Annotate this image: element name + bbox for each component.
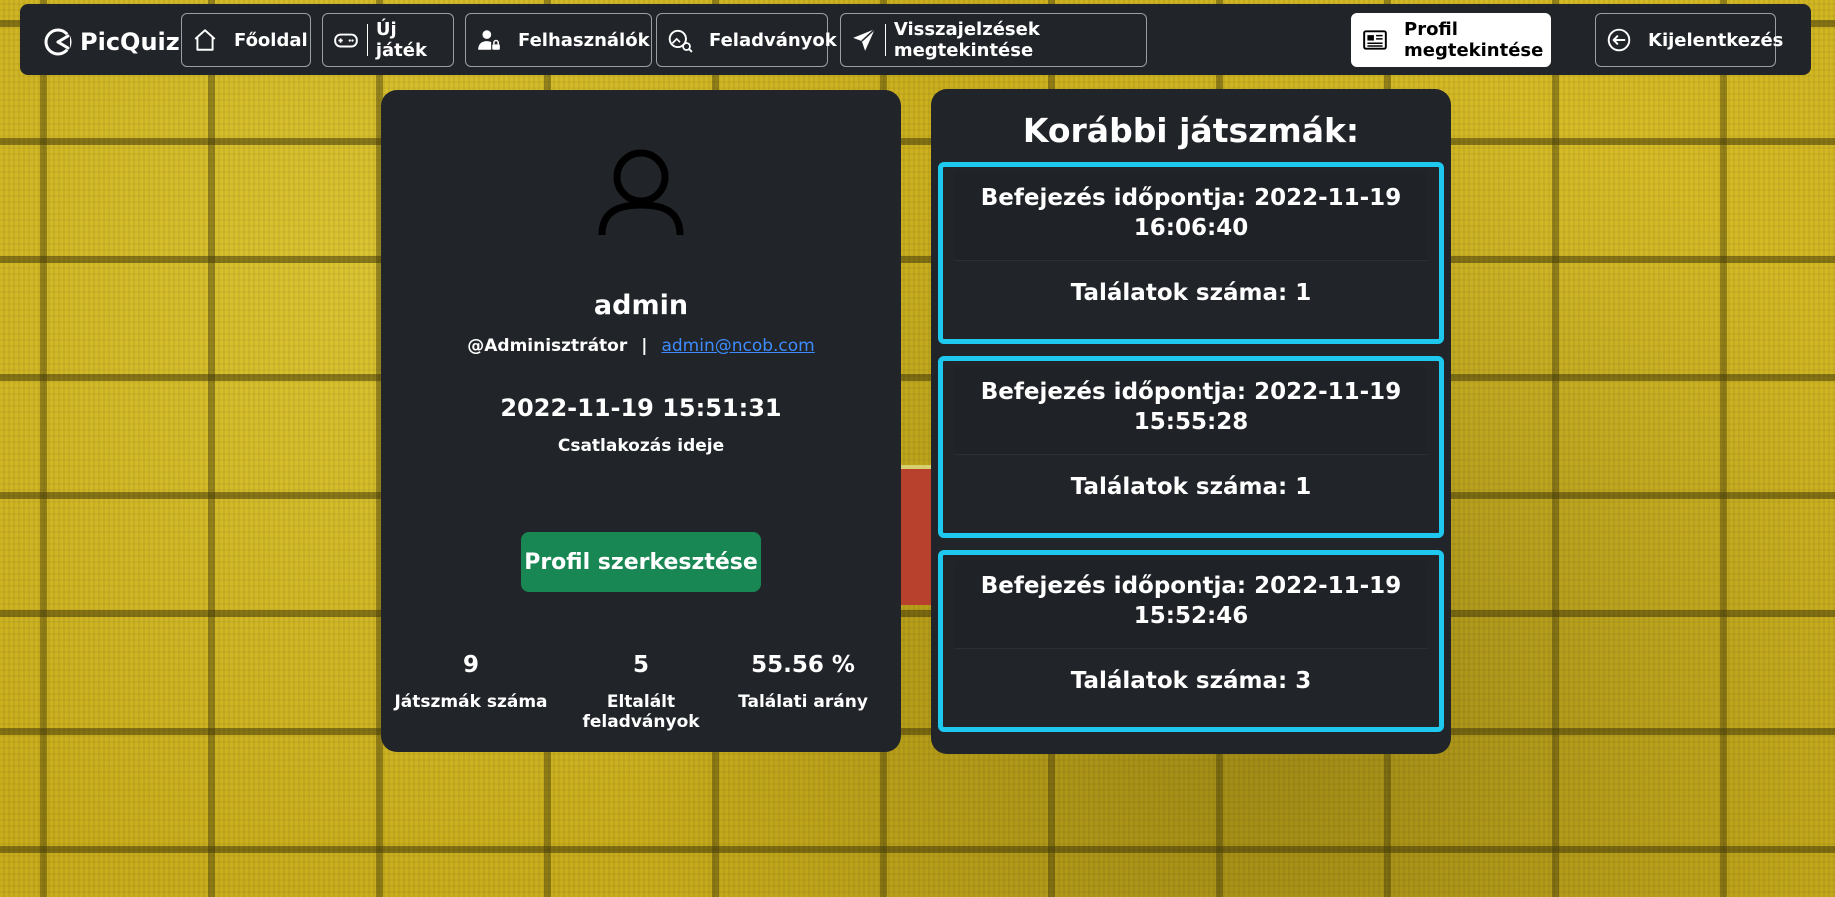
game-item: Befejezés időpontja: 2022-11-19 16:06:40… — [938, 162, 1444, 344]
game-finished-line1: Befejezés időpontja: 2022-11-19 — [980, 379, 1402, 405]
nav-profile-label: Profil megtekintése — [1404, 19, 1544, 61]
background-texture — [0, 0, 1835, 897]
game-hits: Találatok száma: 1 — [1070, 280, 1312, 306]
user-avatar-icon — [598, 149, 684, 236]
game-finished-time: Befejezés időpontja: 2022-11-19 15:52:46 — [955, 561, 1427, 649]
stat-hit-rate: 55.56 % Találati arány — [713, 652, 893, 712]
profile-email-link[interactable]: admin@ncob.com — [661, 336, 814, 356]
game-finished-line1: Befejezés időpontja: 2022-11-19 — [980, 185, 1402, 211]
stat-value: 9 — [462, 652, 479, 678]
picquiz-logo-icon — [44, 28, 72, 56]
edit-profile-button[interactable]: Profil szerkesztése — [521, 532, 761, 592]
nav-feedback-button[interactable]: Visszajelzések megtekintése — [840, 13, 1147, 67]
game-finished-line2: 15:52:46 — [1133, 603, 1249, 629]
stat-puzzles-solved: 5 Eltalált feladványok — [551, 652, 731, 732]
nav-separator — [885, 24, 886, 56]
profile-joined-label: Csatlakozás ideje — [557, 436, 725, 456]
nav-users-label: Felhasználók — [518, 29, 650, 51]
nav-new-game-button[interactable]: Új játék — [322, 13, 454, 67]
profile-meta-separator: | — [641, 336, 648, 356]
image-search-icon — [667, 26, 693, 54]
profile-meta: @Adminisztrátor | admin@ncob.com — [381, 336, 901, 356]
nav-users-button[interactable]: Felhasználók — [465, 13, 652, 67]
previous-games-card: Korábbi játszmák: Befejezés időpontja: 2… — [931, 89, 1451, 754]
nav-puzzles-label: Feladványok — [709, 29, 837, 51]
nav-home-label: Főoldal — [234, 29, 308, 51]
stat-label: Eltalált feladványok — [582, 692, 700, 732]
profile-username: admin — [593, 290, 689, 321]
profile-joined-date: 2022-11-19 15:51:31 — [500, 394, 782, 422]
game-finished-time: Befejezés időpontja: 2022-11-19 16:06:40 — [955, 173, 1427, 261]
game-finished-line2: 16:06:40 — [1133, 215, 1249, 241]
stat-label: Találati arány — [738, 692, 868, 712]
newspaper-icon — [1362, 26, 1388, 54]
profile-card: admin @Adminisztrátor | admin@ncob.com 202… — [381, 90, 901, 752]
nav-profile-button[interactable]: Profil megtekintése — [1351, 13, 1551, 67]
game-item: Befejezés időpontja: 2022-11-19 15:52:46… — [938, 550, 1444, 732]
brand-name: PicQuiz — [80, 28, 180, 56]
nav-home-button[interactable]: Főoldal — [181, 13, 311, 67]
game-finished-line2: 15:55:28 — [1133, 409, 1249, 435]
stat-label: Játszmák száma — [394, 692, 548, 712]
gamepad-icon — [333, 26, 359, 54]
navbar: PicQuiz Főoldal Új játék Felhasználók Fe… — [20, 4, 1811, 75]
user-lock-icon — [476, 26, 502, 54]
game-hits: Találatok száma: 3 — [1070, 668, 1312, 694]
logout-icon — [1606, 26, 1632, 54]
profile-role: @Adminisztrátor — [467, 336, 628, 356]
game-finished-time: Befejezés időpontja: 2022-11-19 15:55:28 — [955, 367, 1427, 455]
stat-games-played: 9 Játszmák száma — [381, 652, 561, 712]
nav-logout-button[interactable]: Kijelentkezés — [1595, 13, 1783, 67]
stat-value: 5 — [632, 652, 649, 678]
nav-new-game-label: Új játék — [375, 19, 427, 61]
stat-value: 55.56 % — [751, 652, 855, 678]
nav-puzzles-button[interactable]: Feladványok — [656, 13, 837, 67]
previous-games-title: Korábbi játszmák: — [1022, 111, 1360, 150]
game-finished-line1: Befejezés időpontja: 2022-11-19 — [980, 573, 1402, 599]
home-icon — [192, 26, 218, 54]
send-icon — [851, 26, 877, 54]
nav-feedback-label: Visszajelzések megtekintése — [893, 19, 1040, 61]
brand-logo[interactable]: PicQuiz — [42, 26, 180, 58]
game-item: Befejezés időpontja: 2022-11-19 15:55:28… — [938, 356, 1444, 538]
nav-logout-label: Kijelentkezés — [1648, 29, 1784, 51]
nav-separator — [367, 24, 368, 56]
game-hits: Találatok száma: 1 — [1070, 474, 1312, 500]
